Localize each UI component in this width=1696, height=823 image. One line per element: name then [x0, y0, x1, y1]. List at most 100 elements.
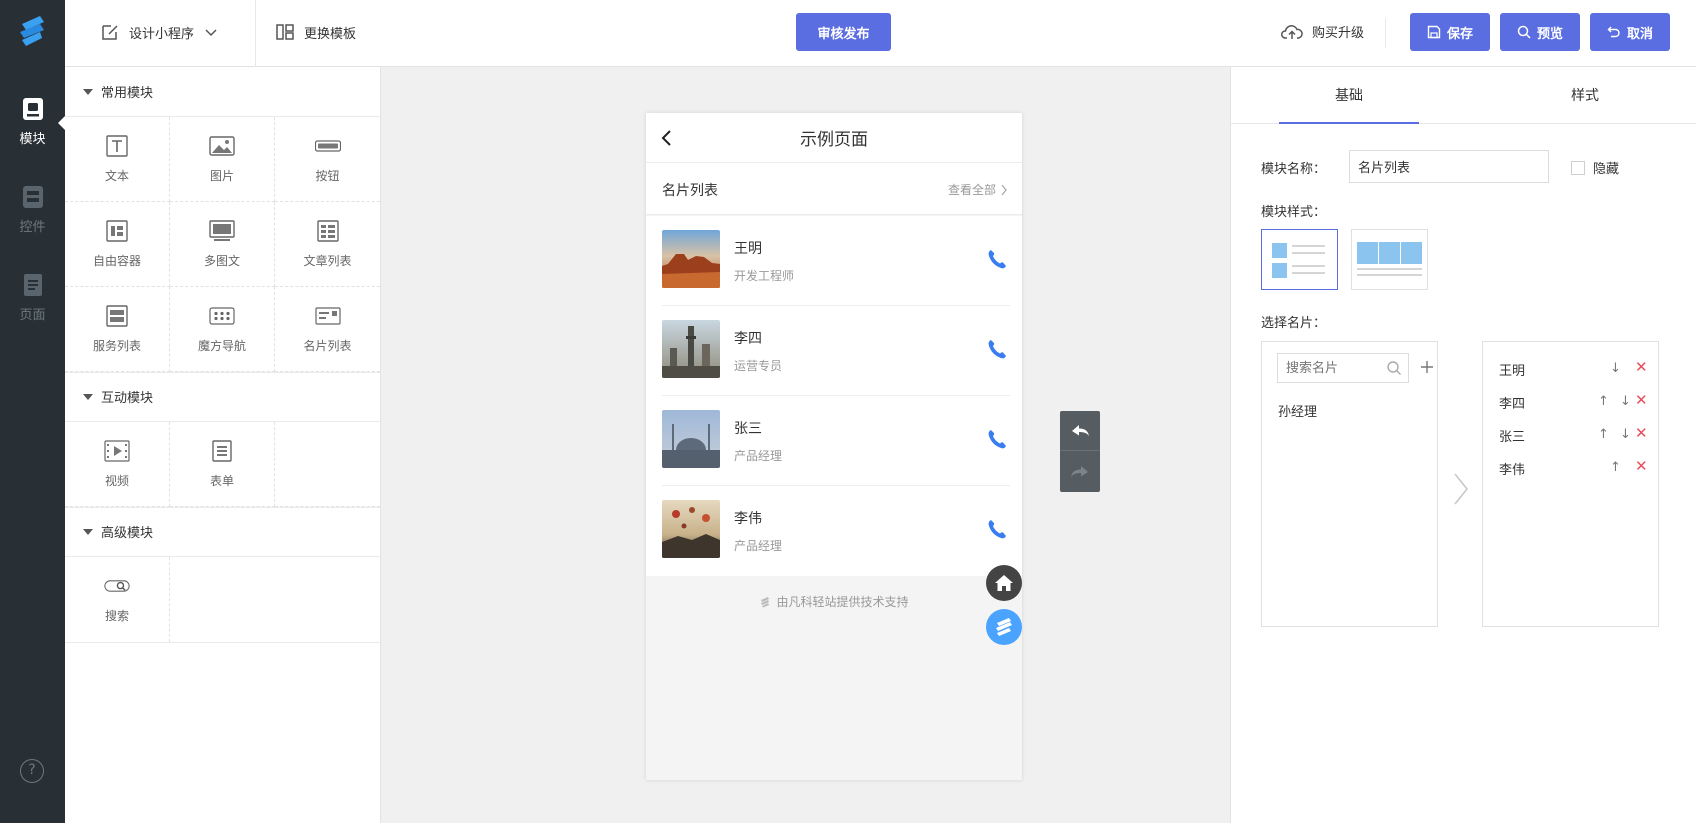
- delete-icon[interactable]: ✕: [1635, 457, 1648, 475]
- add-icon[interactable]: [1420, 360, 1434, 374]
- page-title: 示例页面: [800, 130, 868, 150]
- chevron-right-icon[interactable]: [1452, 472, 1470, 506]
- move-up-icon[interactable]: ↑: [1598, 427, 1609, 442]
- module-name-input[interactable]: [1349, 150, 1549, 183]
- module-video[interactable]: 视频: [65, 422, 170, 507]
- publish-button[interactable]: 审核发布: [796, 13, 891, 51]
- move-up-icon[interactable]: ↑: [1598, 394, 1609, 409]
- caret-down-icon: [83, 393, 93, 400]
- move-down-icon[interactable]: ↓: [1620, 427, 1631, 442]
- available-card-name: 孙经理: [1278, 404, 1318, 420]
- section-title: 常用模块: [101, 86, 154, 101]
- help-icon[interactable]: ?: [20, 759, 44, 783]
- move-up-icon[interactable]: ↑: [1610, 460, 1621, 475]
- redo-button[interactable]: [1060, 452, 1100, 492]
- tab-basic[interactable]: 基础: [1279, 67, 1419, 123]
- section-title: 互动模块: [101, 391, 154, 406]
- module-service-list[interactable]: 服务列表: [65, 287, 170, 372]
- caret-down-icon: [83, 528, 93, 535]
- top-bar: 设计小程序 更换模板 审核发布 购买升级 保存 预览 取消: [65, 0, 1696, 67]
- module-image[interactable]: 图片: [170, 117, 275, 202]
- module-form[interactable]: 表单: [170, 422, 275, 507]
- move-down-icon[interactable]: ↓: [1610, 361, 1621, 376]
- upgrade-label: 购买升级: [1312, 26, 1365, 41]
- undo-button[interactable]: [1060, 411, 1100, 451]
- text-icon: [106, 134, 128, 157]
- rail-item-modules[interactable]: 模块: [0, 96, 65, 147]
- module-card-list[interactable]: 名片列表: [275, 287, 380, 372]
- section-title: 高级模块: [101, 526, 154, 541]
- available-card-item[interactable]: 孙经理: [1278, 393, 1438, 427]
- brand-mark-icon: [761, 596, 770, 607]
- delete-icon[interactable]: ✕: [1635, 358, 1648, 376]
- card-item[interactable]: 李四 运营专员: [646, 306, 1022, 396]
- module-style-label: 模块样式：: [1261, 205, 1327, 220]
- rail-item-widgets[interactable]: 控件: [0, 184, 65, 235]
- style-option-list[interactable]: [1261, 229, 1338, 290]
- card-search-input[interactable]: [1278, 354, 1378, 382]
- style-option-grid[interactable]: [1351, 229, 1428, 290]
- module-article-list[interactable]: 文章列表: [275, 202, 380, 287]
- app-selector[interactable]: 设计小程序: [100, 22, 218, 42]
- card-list-header: 名片列表 查看全部: [646, 163, 1022, 215]
- caret-down-icon: [83, 88, 93, 95]
- phone-header: 示例页面: [646, 113, 1022, 163]
- history-controls: [1060, 411, 1100, 492]
- save-button[interactable]: 保存: [1410, 13, 1490, 51]
- tab-style[interactable]: 样式: [1515, 67, 1655, 123]
- module-multi-image-text[interactable]: 多图文: [170, 202, 275, 287]
- home-float-button[interactable]: [986, 565, 1022, 601]
- back-arrow-icon[interactable]: [660, 129, 674, 147]
- container-icon: [106, 219, 128, 242]
- card-title: 运营专员: [734, 359, 783, 373]
- module-label: 名片列表: [303, 338, 352, 353]
- brand-float-button[interactable]: [986, 609, 1022, 645]
- delete-icon[interactable]: ✕: [1635, 391, 1648, 409]
- logo-icon: [996, 618, 1012, 636]
- section-advanced-modules[interactable]: 高级模块: [65, 507, 380, 557]
- change-template-button[interactable]: 更换模板: [275, 22, 356, 42]
- available-cards-box: 孙经理: [1261, 341, 1438, 627]
- change-template-label: 更换模板: [304, 26, 357, 42]
- module-cube-nav[interactable]: 魔方导航: [170, 287, 275, 372]
- section-common-modules[interactable]: 常用模块: [65, 67, 380, 117]
- preview-button[interactable]: 预览: [1500, 13, 1580, 51]
- module-label: 魔方导航: [197, 338, 246, 353]
- delete-icon[interactable]: ✕: [1635, 424, 1648, 442]
- phone-preview: 示例页面 名片列表 查看全部 王明 开发工程师 李四 运营专员 张三 产品经理 …: [646, 113, 1022, 780]
- settings-panel: 基础 样式 模块名称： 隐藏 模块样式： 选择名片：: [1230, 67, 1696, 823]
- module-text[interactable]: 文本: [65, 117, 170, 202]
- card-title: 开发工程师: [734, 269, 795, 283]
- card-item[interactable]: 王明 开发工程师: [646, 216, 1022, 306]
- search-icon: [1387, 361, 1401, 375]
- module-label: 自由容器: [92, 253, 141, 268]
- move-down-icon[interactable]: ↓: [1620, 394, 1631, 409]
- rail-label-widgets: 控件: [19, 220, 46, 235]
- view-all-link[interactable]: 查看全部: [948, 181, 1008, 198]
- phone-call-icon[interactable]: [986, 518, 1008, 540]
- card-search-field[interactable]: [1277, 353, 1409, 383]
- module-label: 表单: [209, 473, 234, 488]
- phone-call-icon[interactable]: [986, 338, 1008, 360]
- cancel-button[interactable]: 取消: [1590, 13, 1670, 51]
- module-label: 搜索: [104, 609, 129, 623]
- upgrade-button[interactable]: 购买升级: [1281, 22, 1364, 41]
- card-item[interactable]: 张三 产品经理: [646, 396, 1022, 486]
- card-item[interactable]: 李伟 产品经理: [646, 486, 1022, 576]
- search-icon: [1517, 25, 1531, 39]
- module-container[interactable]: 自由容器: [65, 202, 170, 287]
- app-name: 设计小程序: [129, 26, 195, 42]
- phone-call-icon[interactable]: [986, 428, 1008, 450]
- card-title: 产品经理: [734, 449, 783, 463]
- module-button[interactable]: 按钮: [275, 117, 380, 202]
- hide-checkbox[interactable]: 隐藏: [1571, 158, 1619, 177]
- interactive-modules-grid: 视频 表单: [65, 422, 380, 508]
- module-search[interactable]: 搜索: [65, 557, 170, 642]
- grid-style-icon: [1357, 242, 1422, 276]
- template-icon: [276, 24, 294, 40]
- app-logo[interactable]: [14, 12, 50, 48]
- rail-item-pages[interactable]: 页面: [0, 272, 65, 323]
- section-interactive-modules[interactable]: 互动模块: [65, 372, 380, 422]
- phone-call-icon[interactable]: [986, 248, 1008, 270]
- undo-icon: [1607, 26, 1620, 38]
